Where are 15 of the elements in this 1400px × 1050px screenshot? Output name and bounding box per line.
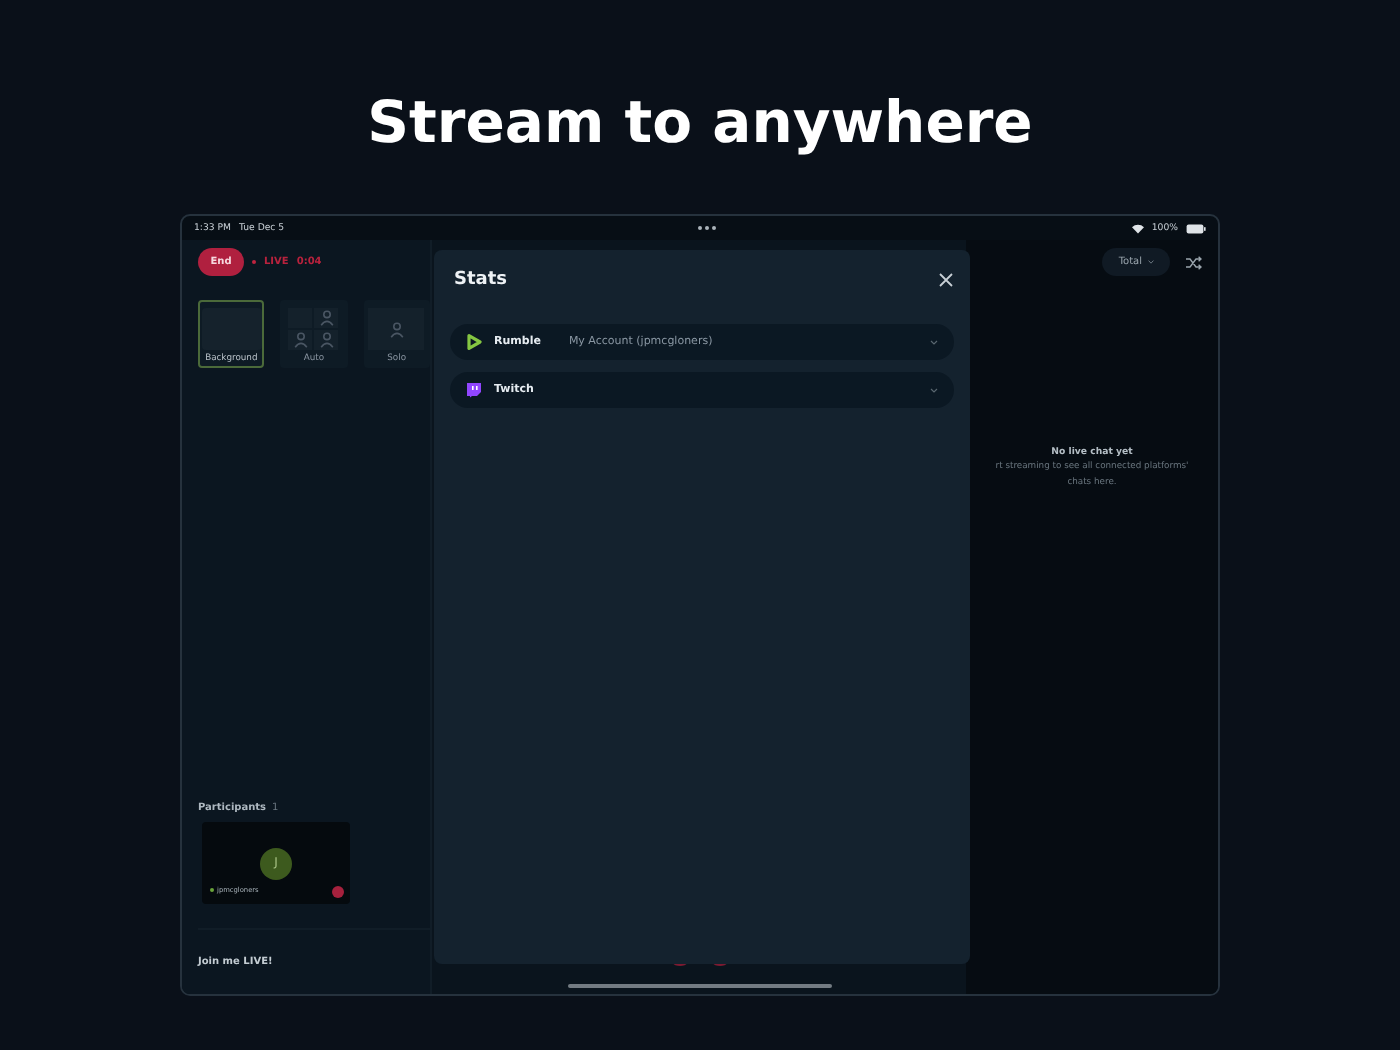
play-logo-icon bbox=[466, 334, 482, 350]
chevron-icon bbox=[930, 339, 938, 345]
person-icon bbox=[319, 310, 334, 326]
person-icon bbox=[389, 321, 404, 337]
wifi-icon bbox=[1131, 223, 1144, 233]
chat-logo-icon bbox=[466, 382, 482, 398]
battery-icon bbox=[1186, 223, 1206, 233]
dialog-title: Stats bbox=[454, 270, 508, 290]
close-icon bbox=[938, 272, 954, 288]
close-button[interactable] bbox=[938, 272, 954, 288]
page-heading: Stream to anywhere bbox=[367, 88, 1033, 156]
person-icon bbox=[293, 332, 308, 348]
shuffle-icon[interactable] bbox=[1186, 255, 1202, 269]
person-icon bbox=[319, 332, 334, 348]
chevron-icon bbox=[930, 387, 938, 393]
